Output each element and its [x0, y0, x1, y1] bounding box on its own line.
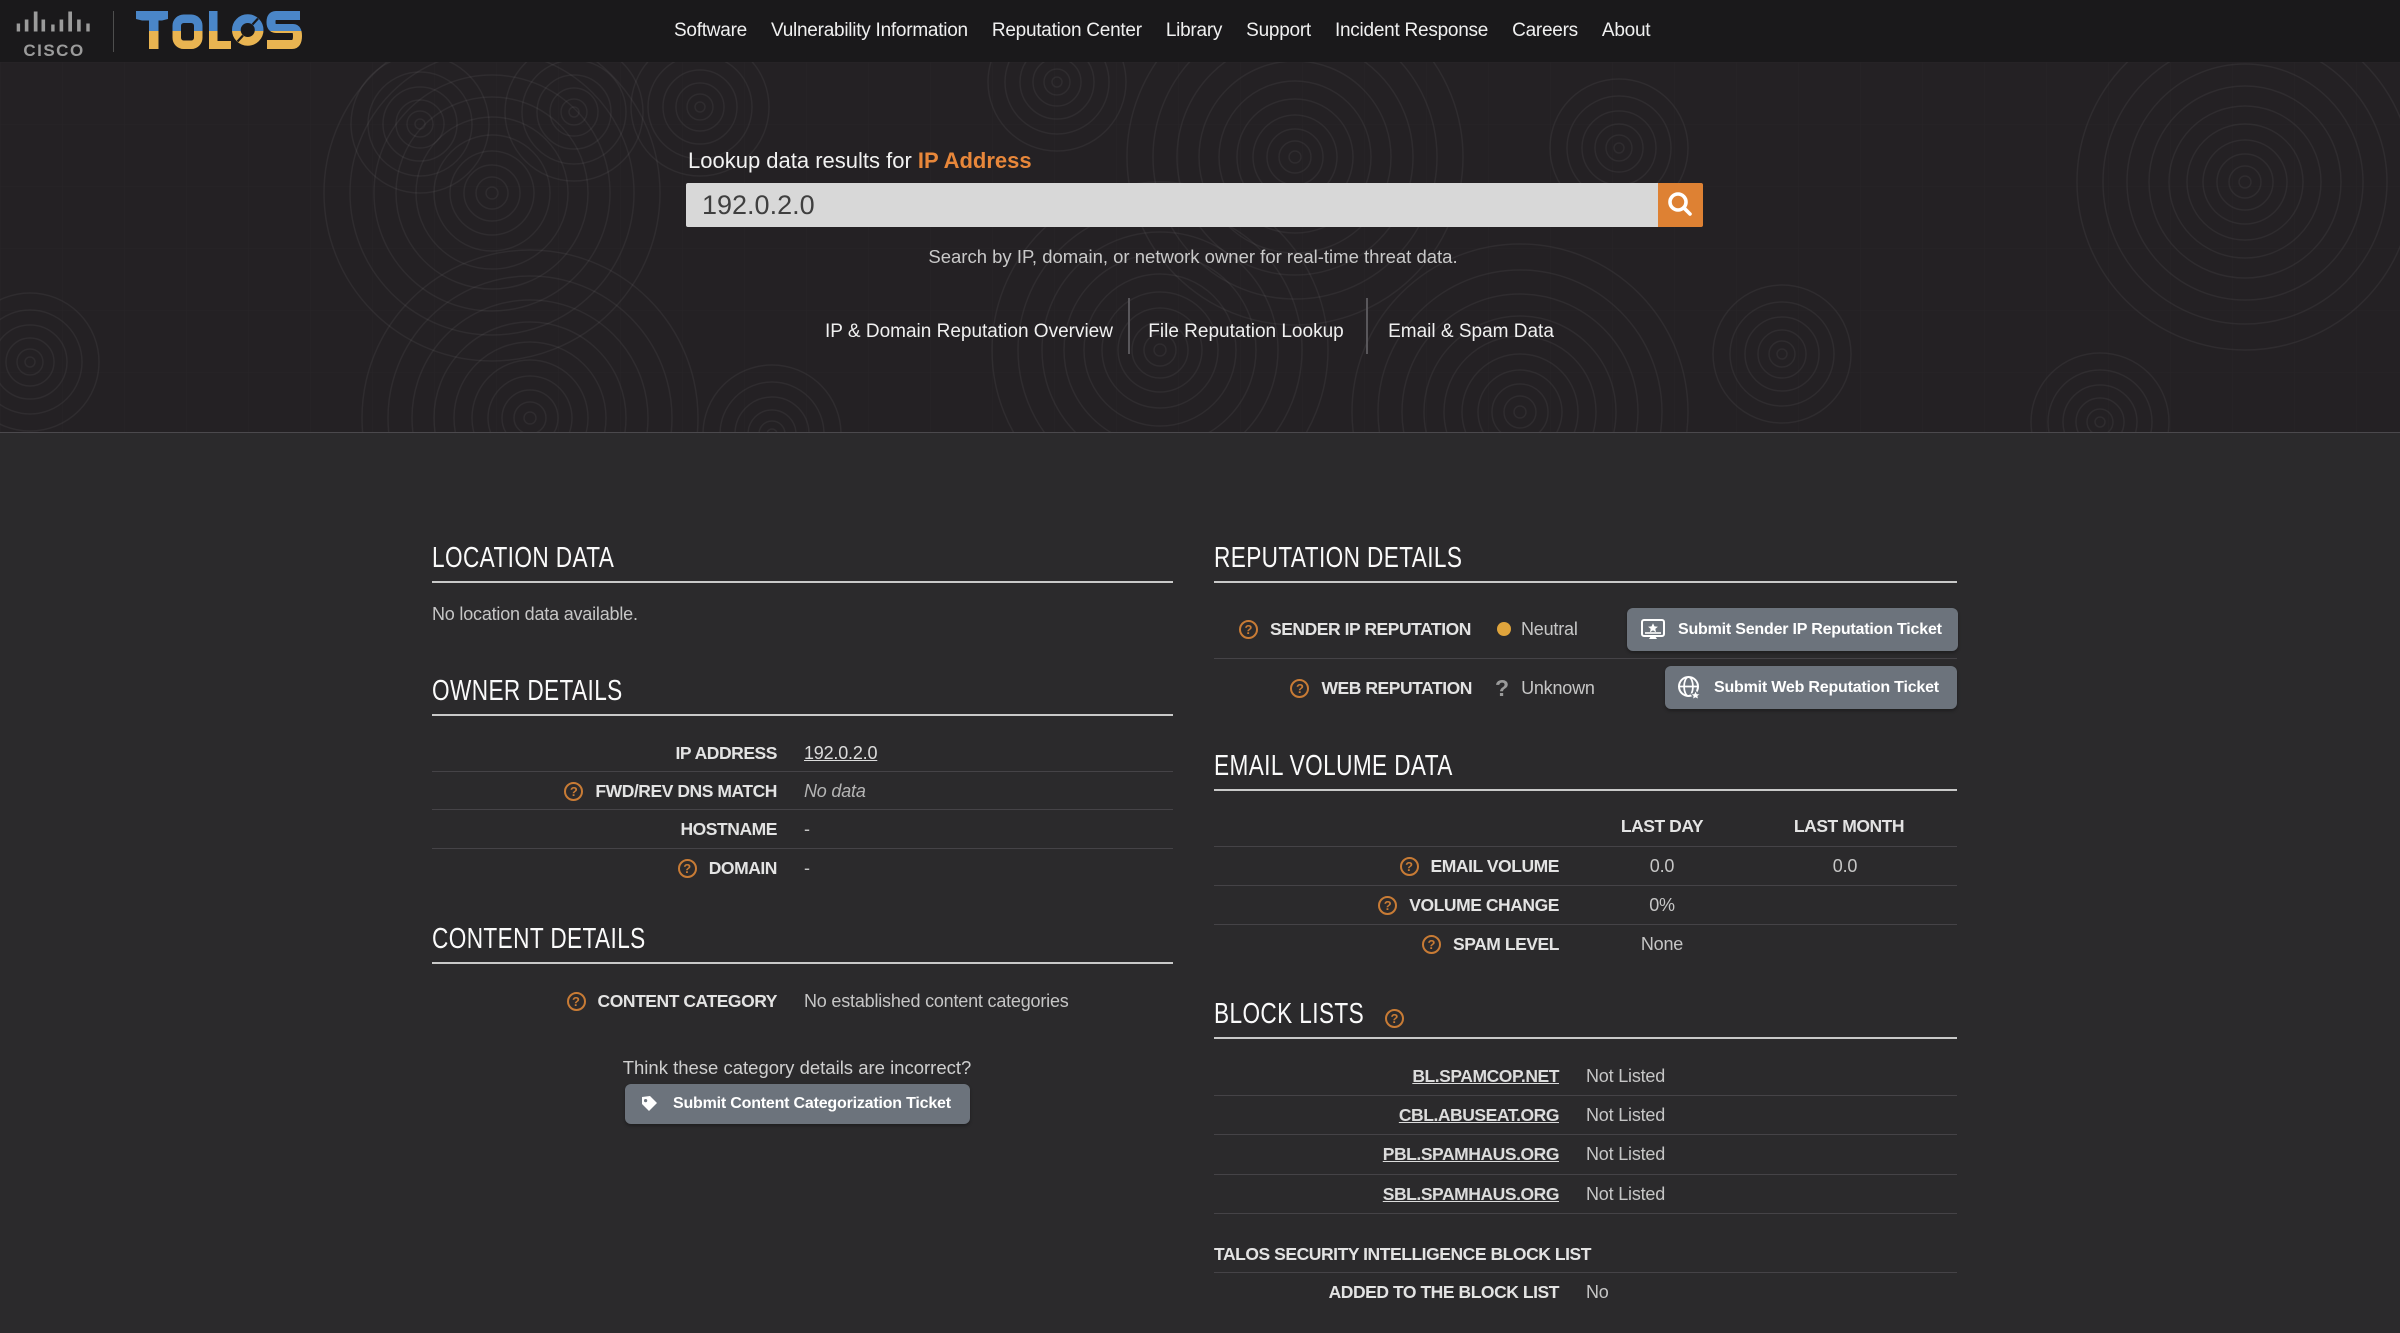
svg-text:CISCO: CISCO — [23, 41, 84, 59]
